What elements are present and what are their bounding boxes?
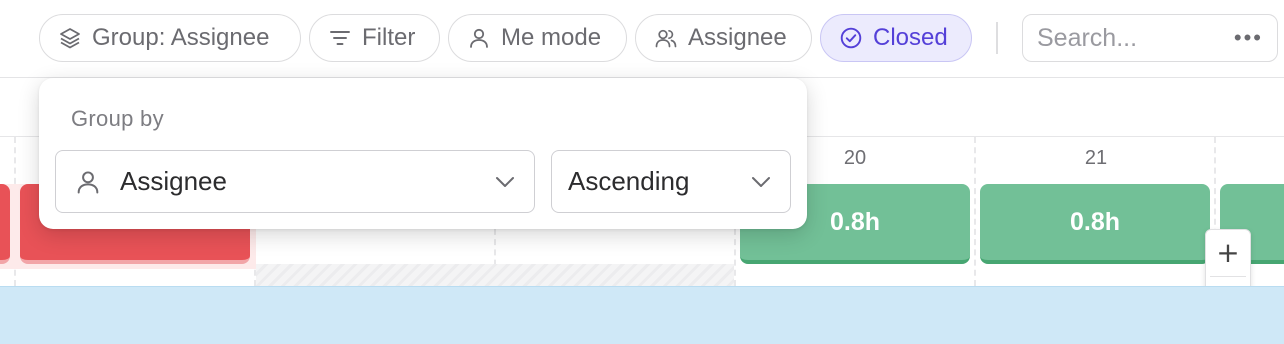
time-bar-label: 0.8h: [1069, 207, 1121, 236]
me-mode-button[interactable]: Me mode: [448, 14, 627, 62]
search-box[interactable]: •••: [1022, 14, 1278, 62]
day-label: 20: [843, 147, 867, 169]
chevron-down-icon: [496, 177, 514, 187]
sort-order-value: Ascending: [568, 166, 690, 196]
sort-order-select[interactable]: Ascending: [551, 150, 791, 213]
assignee-filter-button[interactable]: Assignee: [635, 14, 812, 62]
toolbar: Group: Assignee Filter Me mode Assignee …: [0, 0, 1284, 78]
group-by-popover: Group by Assignee Ascending: [39, 78, 807, 229]
group-field-select[interactable]: Assignee: [55, 150, 535, 213]
more-options-icon[interactable]: •••: [1234, 27, 1263, 49]
time-bar[interactable]: 0.8h: [980, 184, 1210, 264]
check-circle-icon: [840, 27, 862, 49]
toolbar-divider: [996, 22, 998, 54]
popover-title: Group by: [71, 106, 164, 131]
people-icon: [655, 29, 677, 48]
layers-icon: [60, 28, 80, 49]
filter-button[interactable]: Filter: [309, 14, 440, 62]
chevron-down-icon: [752, 177, 770, 187]
group-by-label: Group: Assignee: [92, 24, 270, 51]
time-bar-label: 0.8h: [829, 207, 881, 236]
day-label: 21: [1084, 147, 1108, 169]
group-by-button[interactable]: Group: Assignee: [39, 14, 301, 62]
next-row-band: [0, 286, 1284, 344]
zoom-in-button[interactable]: +: [1206, 230, 1250, 276]
search-input[interactable]: [1037, 23, 1227, 53]
group-field-value: Assignee: [120, 166, 227, 196]
filter-label: Filter: [362, 24, 416, 51]
assignee-filter-label: Assignee: [688, 24, 787, 51]
person-icon: [77, 170, 99, 193]
weekend-hatch: [256, 264, 734, 286]
closed-toggle-button[interactable]: Closed: [820, 14, 972, 62]
filter-icon: [330, 31, 350, 45]
closed-toggle-label: Closed: [873, 24, 948, 51]
time-bar[interactable]: [0, 184, 10, 264]
me-mode-label: Me mode: [501, 24, 602, 51]
person-icon: [470, 28, 488, 48]
